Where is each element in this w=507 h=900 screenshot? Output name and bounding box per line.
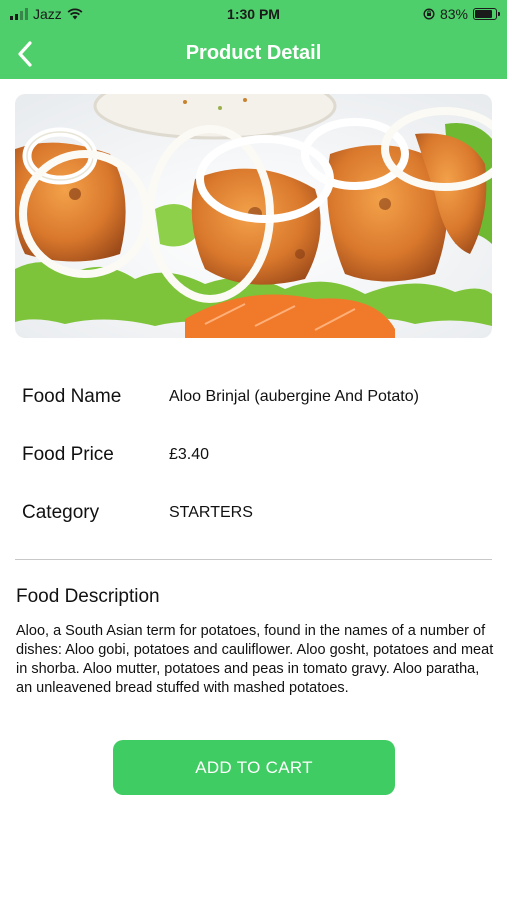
status-bar: Jazz 1:30 PM 83% [0,0,507,30]
food-name-label: Food Name [22,386,122,407]
nav-bar: Product Detail [0,30,507,79]
description-text: Aloo, a South Asian term for potatoes, f… [16,623,494,696]
battery-icon [473,8,500,20]
category-value: STARTERS [169,504,253,521]
divider [15,559,492,560]
food-photo [15,94,492,338]
description-title: Food Description [16,586,160,607]
screen-lock-icon [423,8,435,20]
food-name-value: Aloo Brinjal (aubergine And Potato) [169,388,419,405]
food-price-row: Food Price £3.40 [22,444,492,474]
status-right: 83% [423,6,500,22]
food-price-value: £3.40 [169,446,210,463]
food-image [15,94,492,338]
category-row: Category STARTERS [22,502,492,532]
food-price-label: Food Price [22,444,114,465]
category-label: Category [22,502,100,523]
add-to-cart-button[interactable]: ADD TO CART [113,740,395,795]
battery-percent: 83% [439,6,468,22]
battery-fill [475,10,492,18]
food-name-row: Food Name Aloo Brinjal (aubergine And Po… [22,386,492,416]
page-title: Product Detail [185,42,322,64]
